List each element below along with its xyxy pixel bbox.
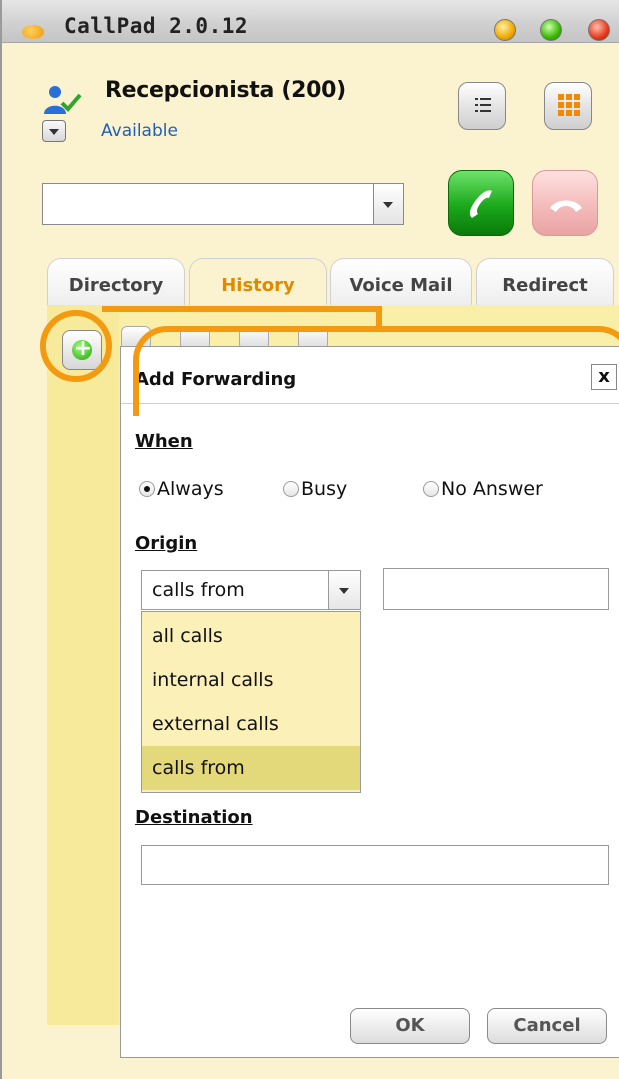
radio-always[interactable]: Always [139, 478, 224, 500]
call-button[interactable] [448, 170, 514, 236]
window-title: CallPad 2.0.12 [64, 14, 249, 38]
hangup-button[interactable] [532, 170, 598, 236]
highlight-connector [102, 306, 382, 328]
tab-voice-mail[interactable]: Voice Mail [330, 258, 472, 306]
tab-redirect[interactable]: Redirect [476, 258, 614, 306]
add-forwarding-dialog: Add Forwarding x When Always Busy No Ans… [120, 346, 619, 1058]
origin-option[interactable]: external calls [142, 702, 360, 746]
radio-dot[interactable] [283, 481, 299, 497]
origin-option[interactable]: all calls [142, 614, 360, 658]
cancel-button[interactable]: Cancel [487, 1008, 607, 1044]
title-bar[interactable]: CallPad 2.0.12 [2, 0, 619, 43]
origin-options-list: all calls internal calls external calls … [141, 611, 361, 793]
dialpad-button[interactable] [544, 82, 592, 130]
ok-button[interactable]: OK [350, 1008, 470, 1044]
radio-busy-label: Busy [301, 478, 348, 500]
origin-option[interactable]: internal calls [142, 658, 360, 702]
list-icon [475, 98, 491, 112]
user-icon [44, 86, 82, 114]
tab-directory[interactable]: Directory [47, 258, 185, 306]
highlight-dialog-frame [133, 326, 619, 416]
origin-number-input[interactable] [383, 568, 609, 610]
destination-label: Destination [135, 807, 253, 828]
minimize-icon[interactable] [494, 19, 516, 41]
origin-option-selected[interactable]: calls from [142, 746, 360, 790]
dialpad-icon [558, 94, 580, 116]
origin-select[interactable]: calls from [141, 570, 329, 610]
when-label: When [135, 431, 193, 452]
status-dropdown-button[interactable] [42, 120, 66, 142]
callpad-window: CallPad 2.0.12 Recepcionista (200) Avail… [0, 0, 619, 1079]
panel-left-strip [47, 305, 119, 1025]
radio-busy[interactable]: Busy [283, 478, 347, 500]
close-window-icon[interactable] [588, 19, 610, 41]
dial-history-dropdown[interactable] [374, 183, 404, 225]
dial-number-input[interactable] [42, 183, 374, 225]
radio-no-answer-label: No Answer [441, 478, 543, 500]
user-name: Recepcionista (200) [105, 78, 346, 103]
destination-input[interactable] [141, 845, 609, 885]
radio-dot[interactable] [139, 481, 155, 497]
contacts-list-button[interactable] [458, 82, 506, 130]
tab-history[interactable]: History [189, 258, 327, 306]
highlight-add-button-ring [40, 310, 112, 382]
radio-always-label: Always [157, 478, 224, 500]
hangup-icon [550, 200, 582, 212]
origin-label: Origin [135, 533, 198, 554]
status-text[interactable]: Available [101, 121, 178, 141]
maximize-icon[interactable] [540, 19, 562, 41]
radio-no-answer[interactable]: No Answer [423, 478, 543, 500]
app-logo-icon [22, 25, 44, 39]
phone-icon [469, 190, 492, 218]
origin-dropdown-button[interactable] [329, 570, 361, 610]
radio-dot[interactable] [423, 481, 439, 497]
